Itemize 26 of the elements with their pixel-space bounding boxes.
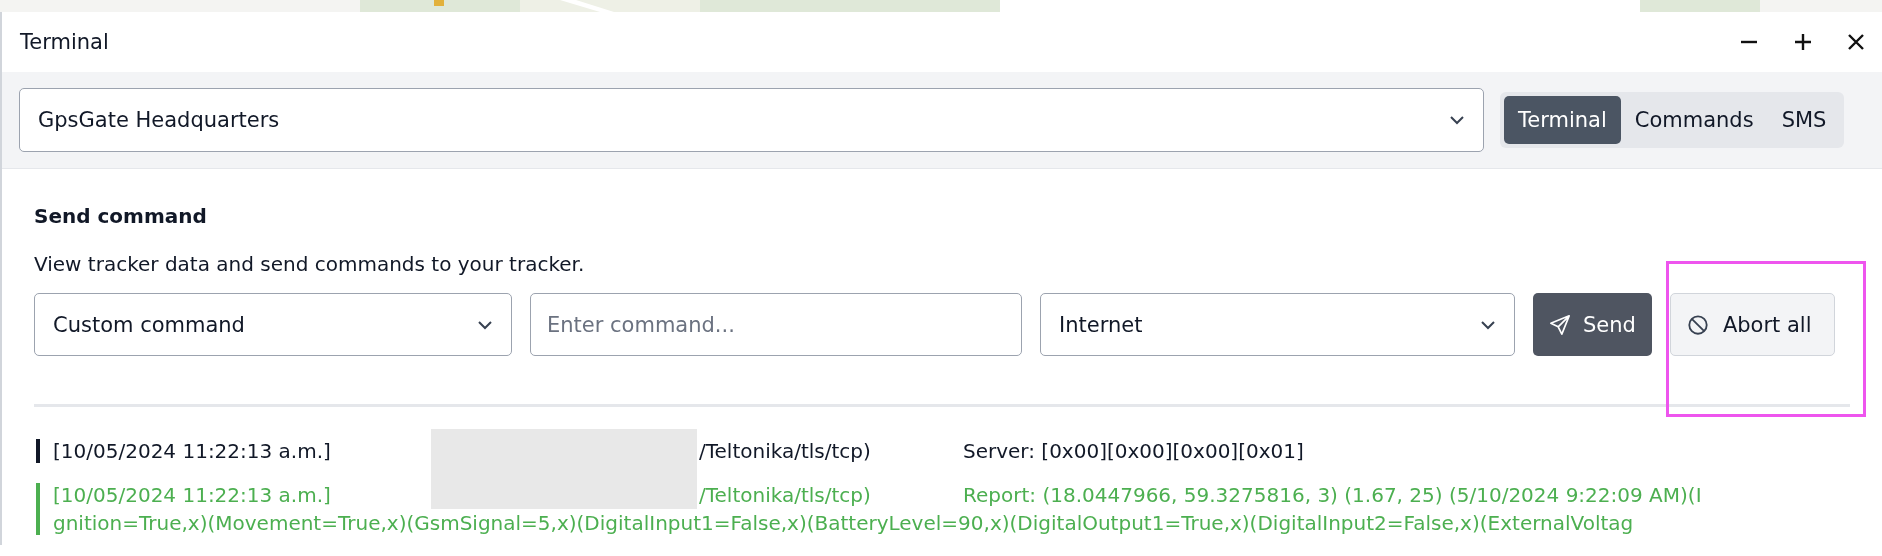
section-heading: Send command	[34, 203, 208, 229]
log-source: /Teltonika/tls/tcp)	[699, 438, 871, 465]
log-timestamp: [10/05/2024 11:22:13 a.m.]	[53, 482, 332, 509]
close-icon[interactable]	[1848, 34, 1864, 50]
dropdown-field[interactable]: GpsGate Headquarters	[19, 88, 1484, 152]
dropdown-field[interactable]: Internet	[1040, 293, 1515, 356]
log-source: /Teltonika/tls/tcp)	[699, 482, 871, 509]
tab[interactable]: SMS	[1767, 96, 1841, 144]
chevron-down-icon	[1449, 115, 1465, 125]
dropdown-field[interactable]: Custom command	[34, 293, 512, 356]
tab[interactable]: Terminal	[1504, 96, 1621, 144]
section-description: View tracker data and send commands to your tracker.	[34, 251, 586, 277]
log-message: Report: (18.0447966, 59.3275816, 3) (1.67, 25) (5/10/2024 9:22:09 AM)(I	[963, 482, 1702, 509]
abort-all-button[interactable]: Abort all	[1669, 293, 1835, 356]
tab[interactable]: Commands	[1620, 96, 1768, 144]
command-input[interactable]: Enter command...	[530, 293, 1022, 356]
log-timestamp: [10/05/2024 11:22:13 a.m.]	[53, 438, 332, 465]
window-title: Terminal	[20, 30, 110, 54]
log-message-continuation: gnition=True,x)(Movement=True,x)(GsmSignal=5,x)(DigitalInput1=False,x)(BatteryLevel=90,x)(DigitalOutput1=True,x)(DigitalInput2=False,x)(ExternalVoltag	[53, 510, 1635, 537]
maximize-icon[interactable]	[1794, 33, 1812, 51]
log-message: Server: [0x00][0x00][0x00][0x01]	[963, 438, 1304, 465]
chevron-down-icon	[477, 319, 493, 330]
prohibited-icon	[1686, 313, 1709, 336]
send-button[interactable]: Send	[1533, 293, 1652, 356]
chevron-down-icon	[1480, 319, 1496, 330]
paper-plane-icon	[1549, 313, 1571, 336]
